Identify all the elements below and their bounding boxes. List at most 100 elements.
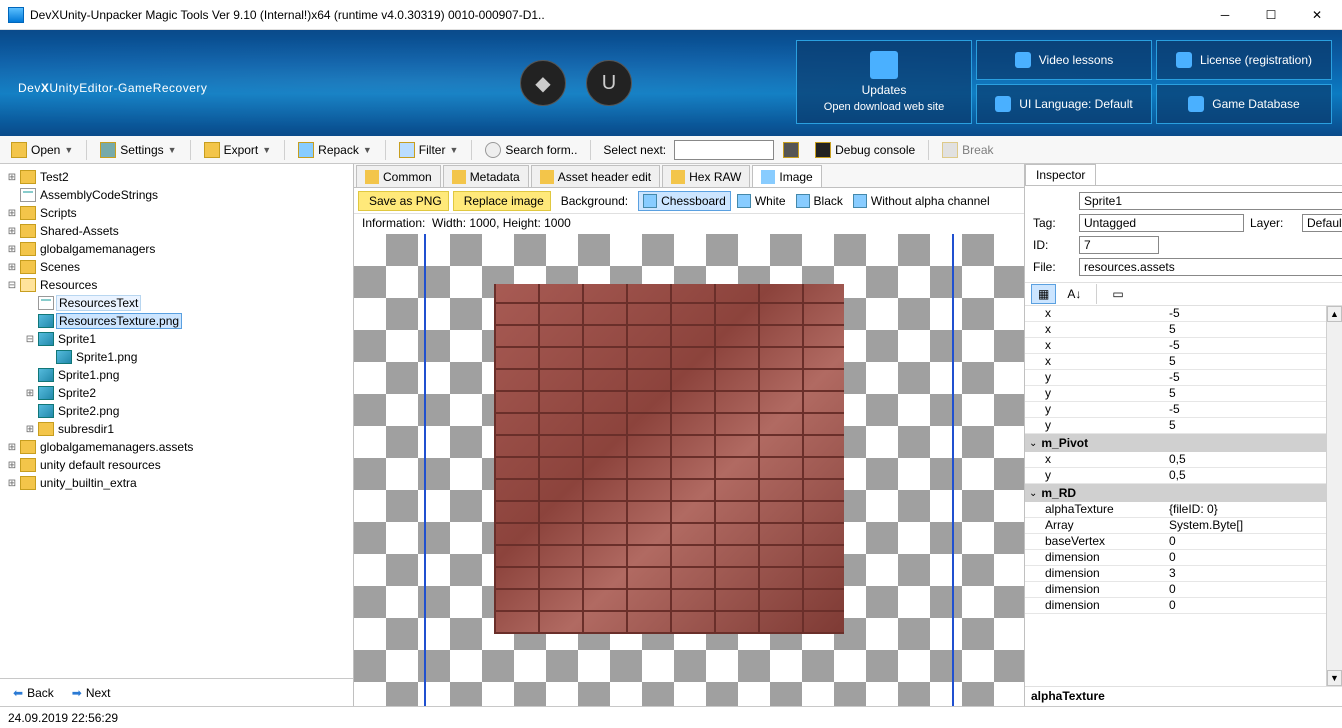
property-value[interactable]: 0 xyxy=(1165,582,1326,597)
search-form-button[interactable]: Search form.. xyxy=(478,139,584,161)
break-button[interactable]: Break xyxy=(935,139,1000,161)
open-button[interactable]: Open▼ xyxy=(4,139,80,161)
property-row[interactable]: y-5 xyxy=(1025,370,1326,386)
select-next-input[interactable] xyxy=(674,140,774,160)
property-row[interactable]: y5 xyxy=(1025,418,1326,434)
alphabetical-button[interactable]: A↓ xyxy=(1060,284,1088,304)
property-group[interactable]: ⌄m_RD xyxy=(1025,484,1326,502)
property-value[interactable]: -5 xyxy=(1165,306,1326,321)
expand-icon[interactable]: ⊞ xyxy=(6,442,18,453)
tree-node[interactable]: ⊞globalgamemanagers xyxy=(6,240,351,258)
property-value[interactable]: 5 xyxy=(1165,322,1326,337)
property-value[interactable]: -5 xyxy=(1165,370,1326,385)
expand-icon[interactable]: ⊟ xyxy=(24,334,36,345)
tree-node[interactable]: Sprite1.png xyxy=(6,366,351,384)
tree-node[interactable]: ResourcesText xyxy=(6,294,351,312)
property-value[interactable]: -5 xyxy=(1165,338,1326,353)
expand-icon[interactable]: ⊞ xyxy=(6,460,18,471)
video-lessons-button[interactable]: Video lessons xyxy=(976,40,1152,80)
next-button[interactable]: ➡Next xyxy=(65,683,118,703)
bg-option-without-alpha-channel[interactable]: Without alpha channel xyxy=(849,191,994,211)
tree-node[interactable]: ⊞Test2 xyxy=(6,168,351,186)
categorized-button[interactable]: ▦ xyxy=(1031,284,1056,304)
expand-icon[interactable]: ⊟ xyxy=(6,280,18,291)
property-value[interactable]: 5 xyxy=(1165,386,1326,401)
property-value[interactable]: 5 xyxy=(1165,354,1326,369)
id-input[interactable] xyxy=(1079,236,1159,254)
property-row[interactable]: baseVertex0 xyxy=(1025,534,1326,550)
object-name-input[interactable] xyxy=(1079,192,1342,210)
bg-option-white[interactable]: White xyxy=(733,191,790,211)
updates-button[interactable]: Updates Open download web site xyxy=(796,40,972,124)
property-row[interactable]: x5 xyxy=(1025,322,1326,338)
license-button[interactable]: License (registration) xyxy=(1156,40,1332,80)
property-value[interactable]: 0 xyxy=(1165,598,1326,613)
property-value[interactable]: -5 xyxy=(1165,402,1326,417)
file-input[interactable] xyxy=(1079,258,1342,276)
image-viewport[interactable] xyxy=(354,234,1024,706)
tree-node[interactable]: ⊞Sprite2 xyxy=(6,384,351,402)
asset-tree[interactable]: ⊞Test2AssemblyCodeStrings⊞Scripts⊞Shared… xyxy=(0,164,353,678)
property-value[interactable]: 3 xyxy=(1165,566,1326,581)
property-row[interactable]: x5 xyxy=(1025,354,1326,370)
tree-node[interactable]: ⊞Shared-Assets xyxy=(6,222,351,240)
property-value[interactable]: {fileID: 0} xyxy=(1165,502,1326,517)
repack-button[interactable]: Repack▼ xyxy=(291,139,379,161)
close-button[interactable]: ✕ xyxy=(1294,1,1340,29)
layer-input[interactable] xyxy=(1302,214,1342,232)
property-row[interactable]: dimension3 xyxy=(1025,566,1326,582)
tab-asset-header-edit[interactable]: Asset header edit xyxy=(531,165,660,187)
property-value[interactable]: System.Byte[] xyxy=(1165,518,1326,533)
scroll-up-arrow[interactable]: ▲ xyxy=(1327,306,1342,322)
expand-icon[interactable]: ⊞ xyxy=(6,244,18,255)
save-as-png-button[interactable]: Save as PNG xyxy=(358,191,449,211)
bg-option-chessboard[interactable]: Chessboard xyxy=(638,191,731,211)
property-row[interactable]: x-5 xyxy=(1025,306,1326,322)
debug-console-button[interactable]: Debug console xyxy=(808,139,922,161)
tree-node[interactable]: Sprite1.png xyxy=(6,348,351,366)
tree-node[interactable]: ⊞unity default resources xyxy=(6,456,351,474)
export-button[interactable]: Export▼ xyxy=(197,139,279,161)
back-button[interactable]: ⬅Back xyxy=(6,683,61,703)
property-row[interactable]: x-5 xyxy=(1025,338,1326,354)
tree-node[interactable]: AssemblyCodeStrings xyxy=(6,186,351,204)
tree-node[interactable]: ⊞globalgamemanagers.assets xyxy=(6,438,351,456)
maximize-button[interactable]: ☐ xyxy=(1248,1,1294,29)
tab-common[interactable]: Common xyxy=(356,165,441,187)
property-scrollbar[interactable]: ▲ ▼ xyxy=(1326,306,1342,686)
scroll-down-arrow[interactable]: ▼ xyxy=(1327,670,1342,686)
tab-metadata[interactable]: Metadata xyxy=(443,165,529,187)
property-row[interactable]: x0,5 xyxy=(1025,452,1326,468)
property-row[interactable]: dimension0 xyxy=(1025,582,1326,598)
settings-button[interactable]: Settings▼ xyxy=(93,139,183,161)
property-row[interactable]: y5 xyxy=(1025,386,1326,402)
expand-icon[interactable]: ⊞ xyxy=(24,388,36,399)
expand-icon[interactable]: ⊞ xyxy=(24,424,36,435)
expand-icon[interactable]: ⊞ xyxy=(6,262,18,273)
property-row[interactable]: y0,5 xyxy=(1025,468,1326,484)
property-value[interactable]: 0 xyxy=(1165,550,1326,565)
property-pages-button[interactable]: ▭ xyxy=(1105,284,1130,304)
property-group[interactable]: ⌄m_Pivot xyxy=(1025,434,1326,452)
inspector-tab[interactable]: Inspector xyxy=(1025,164,1096,185)
tab-hex-raw[interactable]: Hex RAW xyxy=(662,165,750,187)
property-row[interactable]: y-5 xyxy=(1025,402,1326,418)
property-row[interactable]: ArraySystem.Byte[] xyxy=(1025,518,1326,534)
game-database-button[interactable]: Game Database xyxy=(1156,84,1332,124)
bg-option-black[interactable]: Black xyxy=(792,191,847,211)
ui-language-button[interactable]: UI Language: Default xyxy=(976,84,1152,124)
tree-node[interactable]: ⊞Scripts xyxy=(6,204,351,222)
expand-icon[interactable]: ⊞ xyxy=(6,478,18,489)
tag-input[interactable] xyxy=(1079,214,1244,232)
property-value[interactable]: 0,5 xyxy=(1165,452,1326,467)
binoculars-button[interactable] xyxy=(776,139,806,161)
replace-image-button[interactable]: Replace image xyxy=(453,191,551,211)
filter-button[interactable]: Filter▼ xyxy=(392,139,466,161)
tree-node[interactable]: ⊟Resources xyxy=(6,276,351,294)
tab-image[interactable]: Image xyxy=(752,165,821,187)
expand-icon[interactable]: ⊞ xyxy=(6,226,18,237)
tree-node[interactable]: ⊞subresdir1 xyxy=(6,420,351,438)
property-value[interactable]: 0 xyxy=(1165,534,1326,549)
property-row[interactable]: dimension0 xyxy=(1025,598,1326,614)
property-value[interactable]: 5 xyxy=(1165,418,1326,433)
